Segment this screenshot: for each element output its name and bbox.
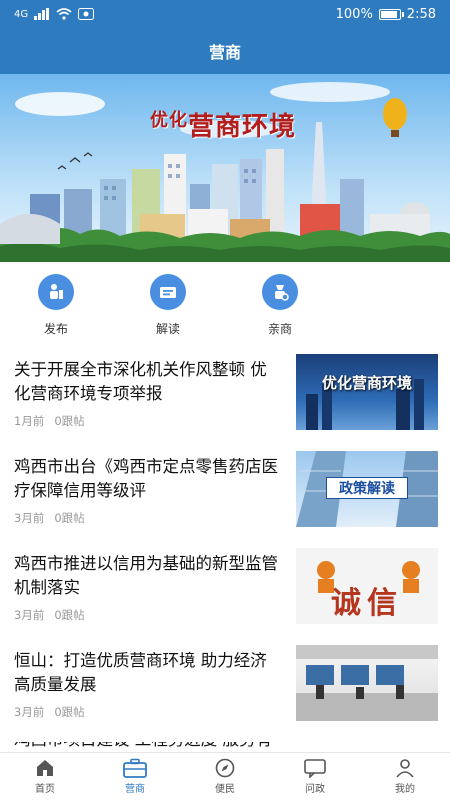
news-title: 鸡西市项目建设 工程务进度 服务有温度 发展 [14, 742, 282, 752]
pro-business-icon [262, 274, 298, 310]
briefcase-icon [123, 758, 147, 778]
compass-icon [215, 758, 235, 778]
news-meta: 3月前 0跟帖 [14, 704, 85, 720]
signal-text: 4G [14, 8, 29, 20]
signal-icon [34, 8, 50, 20]
tab-convenience[interactable]: 便民 [180, 753, 270, 800]
tab-label: 我的 [395, 784, 415, 795]
battery-text: 100% [335, 6, 373, 22]
notification-icon [78, 8, 95, 20]
news-title: 鸡西市推进以信用为基础的新型监管机制落实 [14, 554, 278, 597]
news-item[interactable]: 鸡西市项目建设 工程务进度 服务有温度 发展 [0, 742, 450, 752]
wifi-icon [56, 8, 72, 20]
news-title: 关于开展全市深化机关作风整顿 优化营商环境专项举报 [14, 360, 267, 403]
tab-inquiry[interactable]: 问政 [270, 753, 360, 800]
tab-mine[interactable]: 我的 [360, 753, 450, 800]
news-replies: 0跟帖 [54, 511, 85, 525]
quick-action-label: 发布 [43, 322, 68, 336]
news-thumbnail [296, 645, 438, 721]
news-meta: 3月前 0跟帖 [14, 510, 85, 526]
news-thumbnail: 优化营商环境 [296, 354, 438, 430]
banner-title: 优化营商环境 [150, 106, 296, 143]
tab-home[interactable]: 首页 [0, 753, 90, 800]
status-left: 4G [14, 8, 95, 20]
news-thumb-text: 优化营商环境 [321, 374, 412, 392]
news-item[interactable]: 鸡西市出台《鸡西市定点零售药店医疗保障信用等级评 3月前 0跟帖 政策解读 [0, 451, 450, 547]
news-title: 恒山：打造优质营商环境 助力经济高质量发展 [14, 651, 267, 694]
chat-icon [304, 759, 326, 778]
banner-title-small: 优化 [150, 110, 188, 131]
battery-icon [378, 8, 404, 20]
page-title: 营商 [208, 43, 241, 62]
news-thumbnail: 诚信 [296, 548, 438, 624]
app-bar: 营商 [0, 28, 450, 74]
status-bar: 4G 100% 2:58 [0, 0, 450, 28]
tab-label: 便民 [215, 784, 235, 795]
city-skyline-illustration [0, 82, 450, 262]
user-icon [396, 759, 414, 778]
quick-actions: 发布 解读 亲商 [0, 262, 450, 338]
news-time: 1月前 [14, 414, 45, 428]
status-right: 100% 2:58 [336, 7, 436, 22]
banner-image[interactable]: 优化营商环境 [0, 74, 450, 262]
news-time: 3月前 [14, 705, 45, 719]
bottom-tab-bar: 首页 营商 便民 问政 我的 [0, 752, 450, 800]
news-meta: 1月前 0跟帖 [14, 413, 85, 429]
quick-action-label: 解读 [155, 322, 180, 336]
home-icon [37, 760, 53, 776]
quick-action-pro-business[interactable]: 亲商 [250, 274, 310, 337]
tab-business[interactable]: 营商 [90, 753, 180, 800]
tab-label: 问政 [305, 784, 325, 795]
news-item[interactable]: 关于开展全市深化机关作风整顿 优化营商环境专项举报 1月前 0跟帖 优化营商环境 [0, 354, 450, 450]
news-time: 3月前 [14, 511, 45, 525]
tab-label: 首页 [35, 784, 55, 795]
quick-action-publish[interactable]: 发布 [26, 274, 86, 337]
quick-action-label: 亲商 [267, 322, 292, 336]
news-title: 鸡西市出台《鸡西市定点零售药店医疗保障信用等级评 [14, 457, 278, 500]
news-thumbnail: 政策解读 [296, 451, 438, 527]
clock: 2:58 [406, 6, 436, 22]
news-item[interactable]: 鸡西市推进以信用为基础的新型监管机制落实 3月前 0跟帖 诚信 [0, 548, 450, 644]
news-replies: 0跟帖 [54, 414, 85, 428]
publish-icon [38, 274, 74, 310]
news-time: 3月前 [14, 608, 45, 622]
news-replies: 0跟帖 [54, 705, 85, 719]
interpret-icon [150, 274, 186, 310]
tab-label: 营商 [125, 784, 145, 795]
news-thumb-text: 诚信 [331, 586, 403, 621]
news-meta: 3月前 0跟帖 [14, 607, 85, 623]
banner-title-main: 营商环境 [188, 112, 297, 142]
news-thumb-text: 政策解读 [326, 477, 408, 499]
quick-action-interpret[interactable]: 解读 [138, 274, 198, 337]
news-item[interactable]: 恒山：打造优质营商环境 助力经济高质量发展 3月前 0跟帖 [0, 645, 450, 741]
news-replies: 0跟帖 [54, 608, 85, 622]
